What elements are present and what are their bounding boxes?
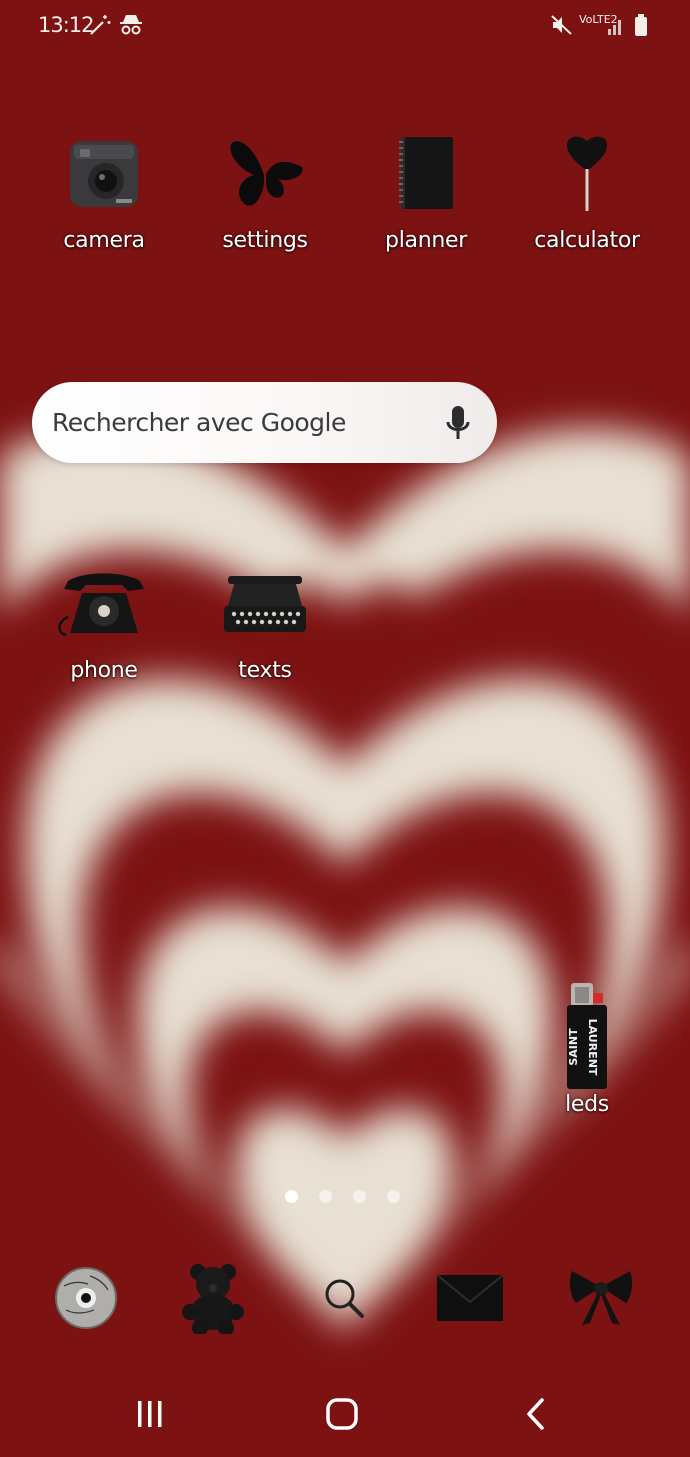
back-button[interactable] xyxy=(506,1395,566,1437)
battery-icon xyxy=(634,12,648,38)
instant-camera-icon xyxy=(29,128,179,218)
lighter-icon: LAURENT SAINT xyxy=(512,980,662,1092)
teddy-bear-icon xyxy=(178,1262,248,1338)
app-settings[interactable]: settings xyxy=(190,128,340,253)
cd-disc-icon xyxy=(54,1266,118,1334)
dock-bear-app[interactable] xyxy=(175,1262,251,1338)
mic-icon[interactable] xyxy=(445,404,471,446)
typewriter-icon xyxy=(190,558,340,648)
google-search-bar[interactable]: Rechercher avec Google xyxy=(32,382,497,463)
butterfly-icon xyxy=(190,128,340,218)
app-label: phone xyxy=(70,658,138,683)
app-label: texts xyxy=(238,658,292,683)
app-texts[interactable]: texts xyxy=(190,558,340,683)
back-icon xyxy=(524,1397,548,1435)
rotary-phone-icon xyxy=(29,558,179,648)
page-indicator[interactable] xyxy=(285,1190,400,1203)
home-button[interactable] xyxy=(312,1395,372,1437)
recents-icon xyxy=(135,1399,165,1433)
mute-icon xyxy=(550,12,574,38)
envelope-icon xyxy=(436,1274,504,1326)
dock-mail-app[interactable] xyxy=(432,1262,508,1338)
home-icon xyxy=(325,1397,359,1435)
app-camera[interactable]: camera xyxy=(29,128,179,253)
app-label: camera xyxy=(63,228,145,253)
dock-cd-app[interactable] xyxy=(48,1262,124,1338)
dock-bow-app[interactable] xyxy=(563,1262,639,1338)
page-dot-active[interactable] xyxy=(285,1190,298,1203)
search-icon xyxy=(322,1276,366,1324)
app-label: planner xyxy=(385,228,467,253)
recents-button[interactable] xyxy=(120,1395,180,1437)
svg-text:LAURENT: LAURENT xyxy=(586,1019,599,1076)
notebook-icon xyxy=(351,128,501,218)
page-dot[interactable] xyxy=(319,1190,332,1203)
bow-icon xyxy=(568,1267,634,1333)
incognito-icon xyxy=(118,12,144,38)
magic-wand-icon xyxy=(88,12,112,38)
app-phone[interactable]: phone xyxy=(29,558,179,683)
app-label: calculator xyxy=(534,228,640,253)
dock-search-app[interactable] xyxy=(306,1262,382,1338)
page-dot[interactable] xyxy=(387,1190,400,1203)
status-bar: 13:12 VoLTE2 xyxy=(0,0,690,56)
app-calculator[interactable]: calculator xyxy=(512,128,662,253)
heart-lollipop-icon xyxy=(512,128,662,218)
network-label: VoLTE2 xyxy=(579,13,618,26)
page-dot[interactable] xyxy=(353,1190,366,1203)
app-label: leds xyxy=(565,1092,609,1117)
status-time: 13:12 xyxy=(38,13,95,37)
svg-text:SAINT: SAINT xyxy=(567,1028,580,1066)
app-leds[interactable]: LAURENT SAINT leds xyxy=(512,980,662,1117)
app-label: settings xyxy=(222,228,308,253)
app-planner[interactable]: planner xyxy=(351,128,501,253)
search-placeholder: Rechercher avec Google xyxy=(52,408,346,437)
signal-icon xyxy=(607,12,625,38)
